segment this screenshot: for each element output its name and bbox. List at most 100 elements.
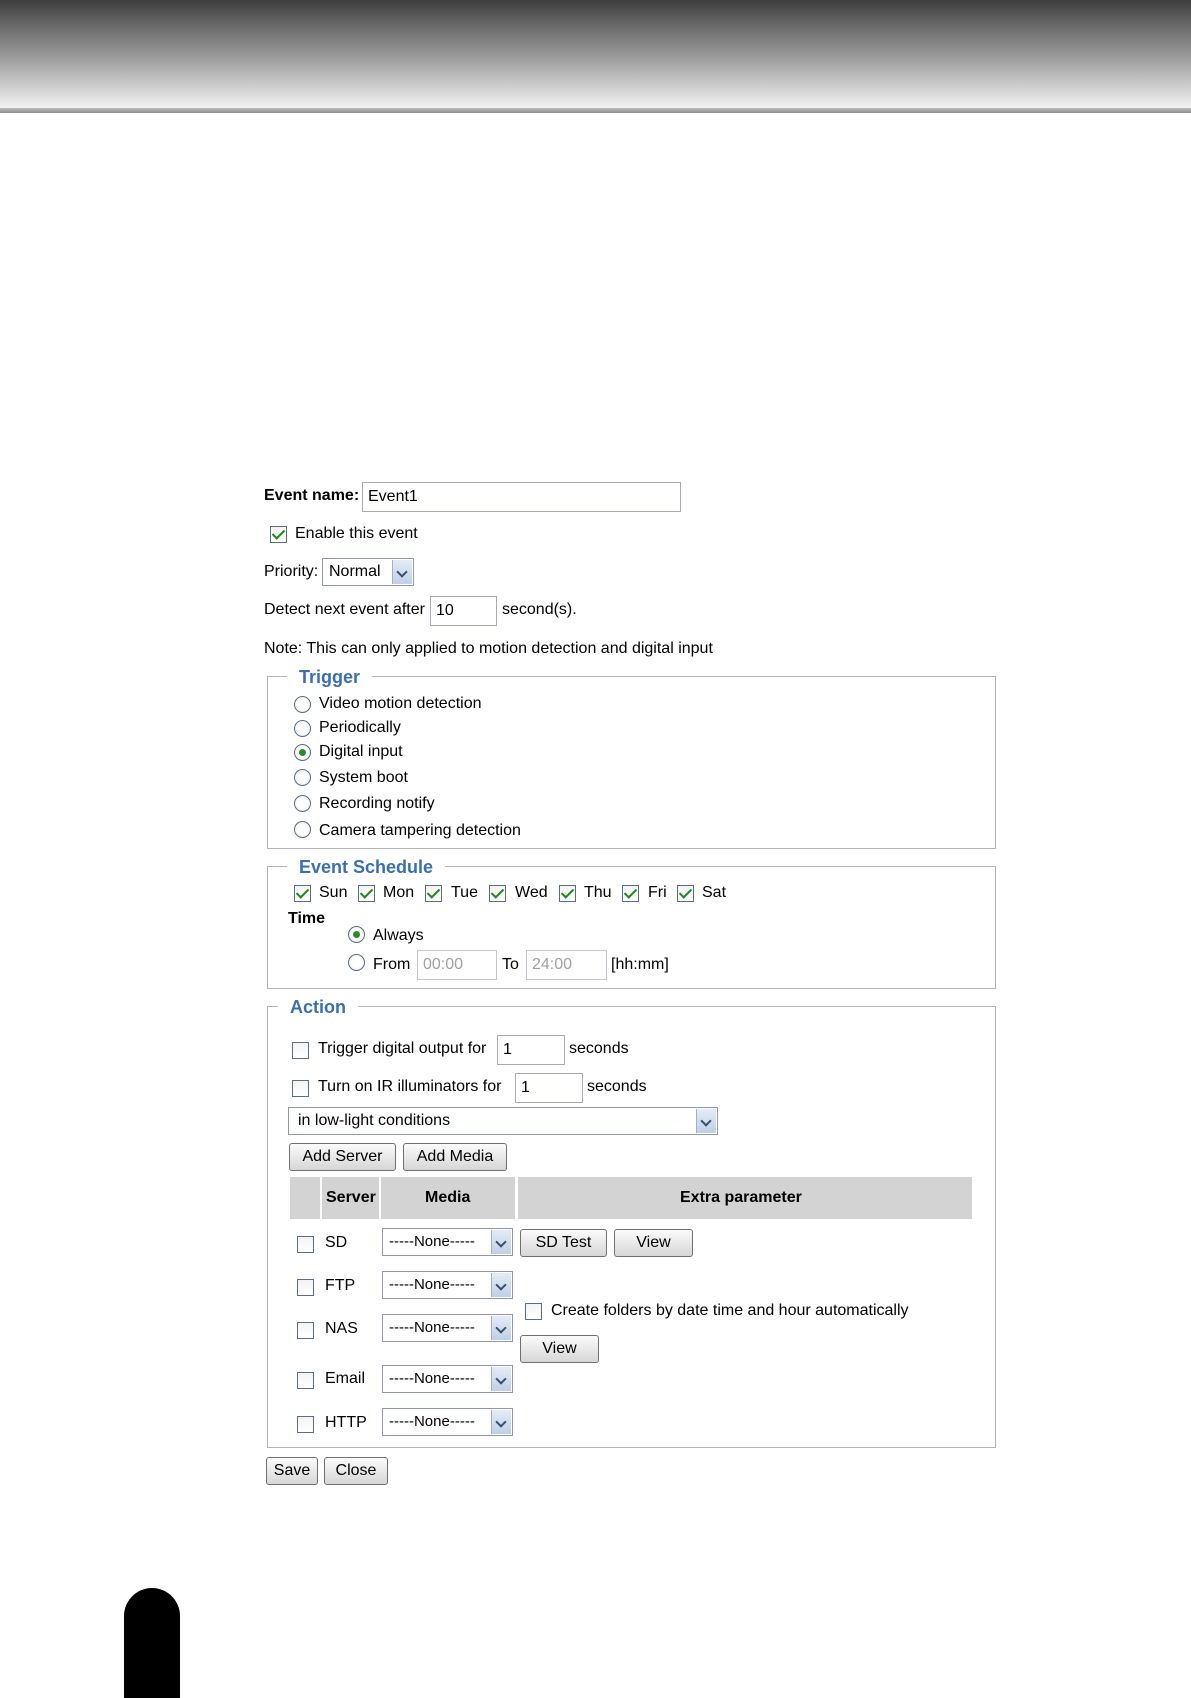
- note-text: Note: This can only applied to motion de…: [264, 640, 713, 657]
- header-divider: [0, 108, 1191, 113]
- day-checkbox-wed[interactable]: [489, 885, 506, 902]
- media-select-sd[interactable]: -----None-----: [382, 1228, 513, 1256]
- add-server-button[interactable]: Add Server: [289, 1143, 396, 1171]
- enable-event-checkbox[interactable]: [270, 526, 287, 543]
- day-checkbox-sun[interactable]: [294, 885, 311, 902]
- digital-output-input[interactable]: 1: [497, 1035, 565, 1065]
- trigger-radio-periodically[interactable]: [294, 720, 311, 737]
- server-label-sd: SD: [325, 1234, 348, 1251]
- schedule-legend: Event Schedule: [287, 857, 446, 877]
- day-checkbox-sat[interactable]: [677, 885, 694, 902]
- chevron-down-icon: [491, 1230, 511, 1254]
- day-label-tue: Tue: [451, 884, 478, 901]
- ir-unit: seconds: [587, 1078, 647, 1095]
- server-checkbox-http[interactable]: [297, 1416, 314, 1433]
- page-number-tab: [124, 1588, 180, 1698]
- add-media-button[interactable]: Add Media: [403, 1143, 507, 1171]
- sd-test-button[interactable]: SD Test: [520, 1229, 607, 1257]
- server-label-http: HTTP: [325, 1414, 367, 1431]
- time-to-input[interactable]: 24:00: [526, 950, 607, 980]
- chevron-down-icon: [491, 1410, 511, 1434]
- create-folders-checkbox[interactable]: [525, 1303, 542, 1320]
- media-value-nas: -----None-----: [389, 1319, 475, 1336]
- server-checkbox-email[interactable]: [297, 1372, 314, 1389]
- digital-output-checkbox[interactable]: [292, 1042, 309, 1059]
- media-select-email[interactable]: -----None-----: [382, 1365, 513, 1393]
- media-select-ftp[interactable]: -----None-----: [382, 1271, 513, 1299]
- trigger-label-system-boot: System boot: [319, 769, 408, 786]
- ir-condition-value: in low-light conditions: [298, 1112, 451, 1129]
- ir-condition-select[interactable]: in low-light conditions: [288, 1107, 718, 1135]
- chevron-down-icon: [696, 1109, 716, 1133]
- time-format-hint: [hh:mm]: [611, 956, 669, 973]
- day-label-fri: Fri: [648, 884, 667, 901]
- table-header-select-col: [290, 1177, 320, 1219]
- trigger-radio-digital-input[interactable]: [294, 744, 311, 761]
- table-header-server: Server: [326, 1189, 376, 1206]
- server-checkbox-sd[interactable]: [297, 1236, 314, 1253]
- trigger-label-camera-tampering: Camera tampering detection: [319, 822, 521, 839]
- detect-next-label: Detect next event after: [264, 601, 425, 618]
- server-checkbox-nas[interactable]: [297, 1322, 314, 1339]
- time-label-always: Always: [373, 927, 424, 944]
- media-value-http: -----None-----: [389, 1413, 475, 1430]
- action-legend: Action: [278, 997, 358, 1017]
- chevron-down-icon: [491, 1316, 511, 1340]
- detect-next-input[interactable]: 10: [430, 596, 497, 626]
- digital-output-unit: seconds: [569, 1040, 629, 1057]
- media-select-nas[interactable]: -----None-----: [382, 1314, 513, 1342]
- trigger-label-recording-notify: Recording notify: [319, 795, 435, 812]
- sd-view-button[interactable]: View: [614, 1229, 693, 1257]
- chevron-down-icon: [491, 1367, 511, 1391]
- trigger-label-video-motion: Video motion detection: [319, 695, 482, 712]
- time-label: Time: [288, 910, 326, 927]
- trigger-radio-camera-tampering[interactable]: [294, 821, 311, 838]
- priority-label: Priority:: [264, 563, 319, 580]
- close-button[interactable]: Close: [324, 1457, 388, 1485]
- time-label-from: From: [373, 956, 411, 973]
- trigger-label-periodically: Periodically: [319, 719, 401, 736]
- ir-input[interactable]: 1: [515, 1073, 583, 1103]
- server-label-nas: NAS: [325, 1320, 358, 1337]
- ir-checkbox[interactable]: [292, 1080, 309, 1097]
- day-label-wed: Wed: [515, 884, 548, 901]
- day-label-sat: Sat: [702, 884, 727, 901]
- day-checkbox-mon[interactable]: [358, 885, 375, 902]
- chevron-down-icon: [392, 560, 412, 584]
- event-name-label: Event name:: [264, 487, 360, 504]
- server-label-ftp: FTP: [325, 1277, 356, 1294]
- priority-value: Normal: [329, 563, 381, 580]
- chevron-down-icon: [491, 1273, 511, 1297]
- action-fieldset: [267, 1006, 996, 1448]
- day-checkbox-thu[interactable]: [559, 885, 576, 902]
- time-radio-always[interactable]: [348, 926, 365, 943]
- nas-view-button[interactable]: View: [520, 1335, 599, 1363]
- media-value-ftp: -----None-----: [389, 1276, 475, 1293]
- day-label-thu: Thu: [584, 884, 612, 901]
- event-name-input[interactable]: Event1: [362, 482, 681, 512]
- trigger-label-digital-input: Digital input: [319, 743, 403, 760]
- time-to-label: To: [502, 956, 519, 973]
- save-button[interactable]: Save: [266, 1457, 318, 1485]
- day-checkbox-fri[interactable]: [622, 885, 639, 902]
- media-value-email: -----None-----: [389, 1370, 475, 1387]
- digital-output-label: Trigger digital output for: [318, 1040, 487, 1057]
- trigger-radio-recording-notify[interactable]: [294, 795, 311, 812]
- table-header-media: Media: [425, 1189, 471, 1206]
- trigger-radio-video-motion[interactable]: [294, 696, 311, 713]
- media-select-http[interactable]: -----None-----: [382, 1408, 513, 1436]
- day-label-mon: Mon: [383, 884, 415, 901]
- detect-next-unit: second(s).: [502, 601, 577, 618]
- time-from-input[interactable]: 00:00: [417, 950, 497, 980]
- create-folders-label: Create folders by date time and hour aut…: [551, 1302, 909, 1319]
- table-header-extra: Extra parameter: [680, 1189, 802, 1206]
- server-checkbox-ftp[interactable]: [297, 1279, 314, 1296]
- enable-event-label: Enable this event: [295, 525, 418, 542]
- day-label-sun: Sun: [319, 884, 348, 901]
- priority-select[interactable]: Normal: [322, 558, 414, 586]
- server-label-email: Email: [325, 1370, 366, 1387]
- ir-label: Turn on IR illuminators for: [318, 1078, 502, 1095]
- time-radio-from[interactable]: [348, 954, 365, 971]
- day-checkbox-tue[interactable]: [425, 885, 442, 902]
- trigger-radio-system-boot[interactable]: [294, 769, 311, 786]
